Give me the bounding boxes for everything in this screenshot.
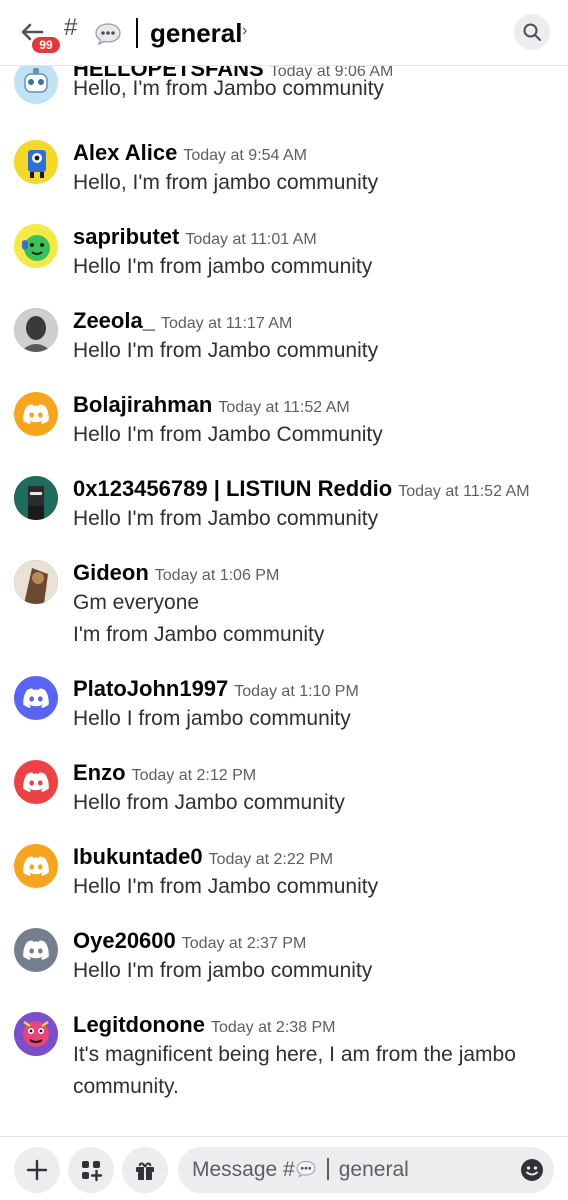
message-author[interactable]: Alex Alice Today at 9:54 AM [73,140,307,166]
message-author[interactable]: Ibukuntade0 Today at 2:22 PM [73,844,333,870]
message-author[interactable]: Gideon Today at 1:06 PM [73,560,279,586]
discord-logo-icon [23,940,49,960]
message-author[interactable]: Bolajirahman Today at 11:52 AM [73,392,350,418]
avatar[interactable] [14,844,58,888]
avatar[interactable] [14,760,58,804]
channel-name[interactable]: general [150,18,243,49]
message-timestamp: Today at 9:54 AM [183,147,307,164]
apps-icon [82,1161,103,1182]
message-author[interactable]: Enzo Today at 2:12 PM [73,760,256,786]
chevron-right-icon[interactable]: › [242,22,247,40]
message-text: Hello, I'm from jambo community [73,171,379,194]
apps-button[interactable] [68,1147,114,1193]
message-timestamp: Today at 1:06 PM [154,567,280,584]
message-author[interactable]: 0x123456789 | LISTIUN Reddio Today at 11:… [73,476,530,502]
message-composer: Message # general [0,1136,568,1200]
channel-header: 99 # general › [0,0,568,66]
speech-bubble-emoji-icon [296,1161,316,1178]
message-timestamp: Today at 11:01 AM [185,231,317,248]
message-list[interactable]: HELLOPETSFANS Today at 9:06 AM Hello, I'm… [0,66,568,1136]
search-button[interactable] [514,14,550,50]
avatar[interactable] [14,928,58,972]
message-text: Hello from Jambo community [73,791,345,814]
message-author[interactable]: Oye20600 Today at 2:37 PM [73,928,306,954]
avatar[interactable] [14,224,58,268]
avatar[interactable] [14,308,58,352]
avatar[interactable] [14,66,58,104]
avatar[interactable] [14,560,58,604]
message-text: Hello I'm from jambo community [73,255,373,278]
message-timestamp: Today at 11:52 AM [398,483,530,500]
emoji-button[interactable] [520,1158,544,1182]
avatar[interactable] [14,1012,58,1056]
search-icon [523,23,541,41]
message-text: Gm everyone [73,591,200,614]
avatar[interactable] [14,140,58,184]
message-author[interactable]: Legitdonone Today at 2:38 PM [73,1012,336,1038]
discord-logo-icon [23,688,49,708]
message-text: I'm from Jambo community [73,623,325,646]
channel-hash-icon: # [64,14,78,41]
discord-logo-icon [23,856,49,876]
discord-logo-icon [23,772,49,792]
message-author[interactable]: PlatoJohn1997 Today at 1:10 PM [73,676,359,702]
message-input[interactable]: Message # general [178,1147,554,1193]
discord-logo-icon [23,404,49,424]
message-text: Hello I'm from Jambo community [73,507,379,530]
avatar[interactable] [14,476,58,520]
emoji-icon [521,1159,543,1181]
gift-button[interactable] [122,1147,168,1193]
message-timestamp: Today at 2:12 PM [131,767,257,784]
message-author[interactable]: Zeeola_ Today at 11:17 AM [73,308,292,334]
unread-badge: 99 [30,35,62,55]
message-timestamp: Today at 11:17 AM [160,315,293,332]
channel-separator [136,18,138,48]
message-text: Hello I'm from Jambo community [73,875,379,898]
gift-icon [136,1162,154,1180]
message-text: Hello I from jambo community [73,707,351,730]
avatar[interactable] [14,392,58,436]
add-attachment-button[interactable] [14,1147,60,1193]
message-timestamp: Today at 2:22 PM [208,851,334,868]
message-timestamp: Today at 2:38 PM [210,1019,336,1036]
avatar[interactable] [14,676,58,720]
message-timestamp: Today at 1:10 PM [234,683,359,700]
speech-bubble-emoji-icon [94,22,122,46]
message-text: Hello, I'm from Jambo community [73,77,384,100]
plus-icon [26,1159,48,1181]
message-text: community. [73,1075,179,1098]
message-author[interactable]: sapributet Today at 11:01 AM [73,224,317,250]
message-timestamp: Today at 2:37 PM [181,935,307,952]
message-text: Hello I'm from Jambo community [73,339,379,362]
message-text: It's magnificent being here, I am from t… [73,1043,516,1066]
message-input-placeholder: Message # general [192,1158,409,1181]
message-text: Hello I'm from jambo community [73,959,373,982]
message-text: Hello I'm from Jambo Community [73,423,383,446]
message-timestamp: Today at 11:52 AM [218,399,350,416]
